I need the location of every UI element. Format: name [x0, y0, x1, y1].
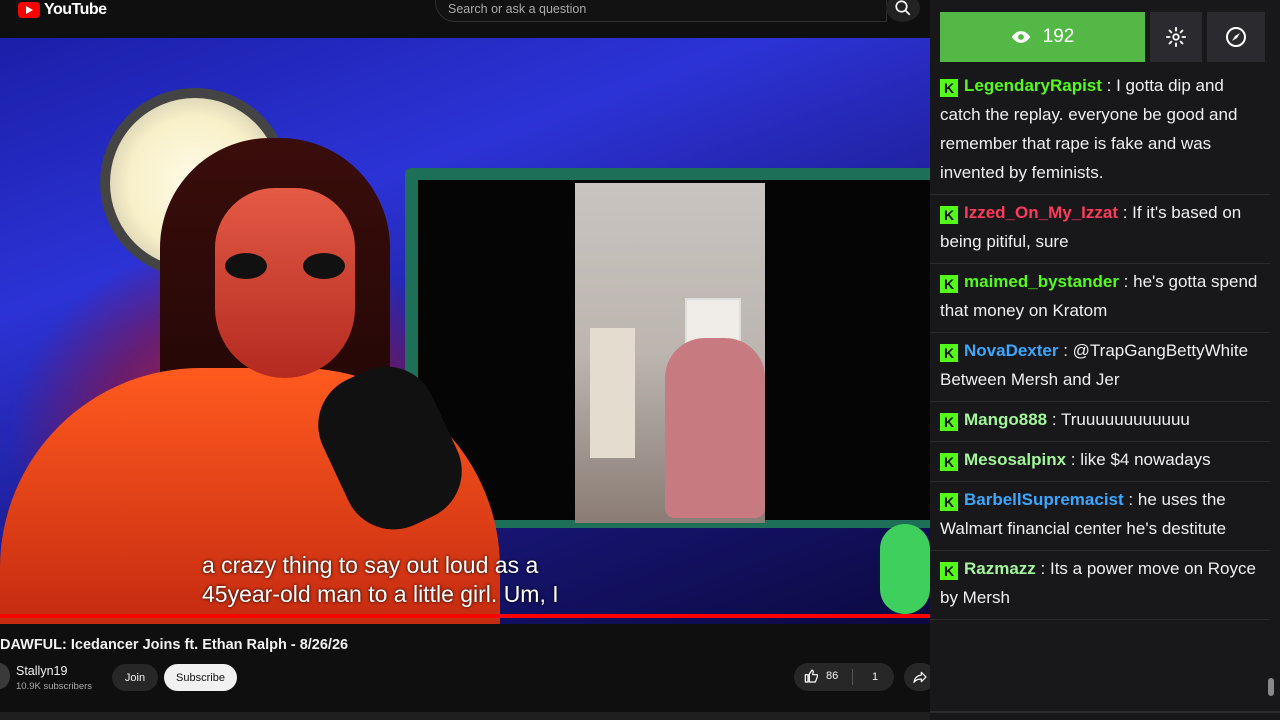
kick-badge-icon: K	[940, 413, 958, 431]
kick-badge-icon: K	[940, 344, 958, 362]
video-player[interactable]: a crazy thing to say out loud as a 45yea…	[0, 38, 930, 624]
kick-badge-icon: K	[940, 206, 958, 224]
search-placeholder: Search or ask a question	[448, 2, 587, 16]
like-count: 86	[826, 670, 839, 682]
chat-settings-button[interactable]	[1150, 12, 1202, 62]
viewer-count: 192	[1042, 26, 1075, 47]
top-bar: YouTube Search or ask a question	[0, 0, 930, 38]
chat-username[interactable]: Razmazz	[964, 559, 1036, 578]
scene-chair	[665, 338, 765, 518]
join-button[interactable]: Join	[112, 664, 158, 691]
chat-message: K LegendaryRapist : I gotta dip and catch…	[930, 68, 1270, 195]
chat-message: K BarbellSupremacist : he uses the Walmar…	[930, 482, 1270, 551]
like-divider	[852, 669, 853, 685]
subscribe-button[interactable]: Subscribe	[164, 664, 237, 691]
caption-line-1: a crazy thing to say out loud as a	[202, 552, 539, 578]
chat-username[interactable]: BarbellSupremacist	[964, 490, 1124, 509]
chat-message-text: like $4 nowadays	[1080, 450, 1211, 469]
chat-message: Kmaimed_bystander : he's gotta spend tha…	[930, 264, 1270, 333]
gear-icon	[1165, 26, 1187, 48]
thumbs-up-icon	[804, 669, 818, 683]
chat-message: K Mesosalpinx : like $4 nowadays	[930, 442, 1270, 482]
chat-username[interactable]: Mesosalpinx	[964, 450, 1066, 469]
progress-bar[interactable]	[0, 614, 930, 618]
eye-icon	[1011, 31, 1030, 43]
scene-mascot	[880, 524, 930, 614]
avatar[interactable]	[0, 663, 10, 689]
chat-username[interactable]: maimed_bystander	[964, 272, 1119, 291]
channel-name[interactable]: Stallyn19	[16, 664, 67, 678]
progress-bar-fill	[0, 614, 930, 618]
caption-line-2: 45year-old man to a little girl. Um, I	[202, 581, 559, 607]
kick-badge-icon: K	[940, 275, 958, 293]
video-caption: a crazy thing to say out loud as a 45yea…	[202, 551, 559, 609]
youtube-play-icon	[18, 2, 40, 18]
chat-message-list: K LegendaryRapist : I gotta dip and catch…	[930, 68, 1270, 620]
search-icon	[895, 0, 911, 16]
chat-username[interactable]: Mango888	[964, 410, 1047, 429]
search-button[interactable]	[886, 0, 920, 22]
like-button[interactable]: 86	[804, 668, 838, 684]
chat-username[interactable]: Izzed_On_My_Izzat	[964, 203, 1118, 222]
kick-badge-icon: K	[940, 453, 958, 471]
chat-username[interactable]: NovaDexter	[964, 341, 1059, 360]
youtube-logo[interactable]: YouTube	[18, 0, 107, 20]
scene-cabinet	[590, 328, 635, 458]
logo-text: YouTube	[44, 1, 107, 18]
kick-badge-icon: K	[940, 562, 958, 580]
dislike-count[interactable]: 1	[872, 671, 878, 683]
search-input[interactable]: Search or ask a question	[435, 0, 887, 22]
chat-message: K Razmazz : Its a power move on Royce by …	[930, 551, 1270, 620]
chat-username[interactable]: LegendaryRapist	[964, 76, 1102, 95]
viewer-count-bar: 192	[940, 12, 1145, 62]
kick-badge-icon: K	[940, 493, 958, 511]
chat-scrollbar[interactable]	[1268, 678, 1274, 696]
chat-message: K Izzed_On_My_Izzat : If it's based on be…	[930, 195, 1270, 264]
like-dislike-group: 86 1	[794, 663, 894, 691]
chat-message: K Mango888 : Truuuuuuuuuuuu	[930, 402, 1270, 442]
compass-icon	[1226, 27, 1246, 47]
scene-sunglasses	[225, 253, 345, 281]
kick-badge-icon: K	[940, 79, 958, 97]
subscriber-count: 10.9K subscribers	[16, 681, 93, 692]
chat-bottom-divider	[930, 711, 1280, 713]
chat-message: K NovaDexter : @TrapGangBettyWhite Betwee…	[930, 333, 1270, 402]
chat-message-text: Truuuuuuuuuuuu	[1061, 410, 1190, 429]
bottom-strip	[0, 712, 930, 720]
scene-streamer-face	[215, 188, 355, 378]
video-title: DAWFUL: Icedancer Joins ft. Ethan Ralph …	[0, 637, 349, 653]
chat-popout-button[interactable]	[1207, 12, 1265, 62]
share-icon	[913, 671, 927, 683]
